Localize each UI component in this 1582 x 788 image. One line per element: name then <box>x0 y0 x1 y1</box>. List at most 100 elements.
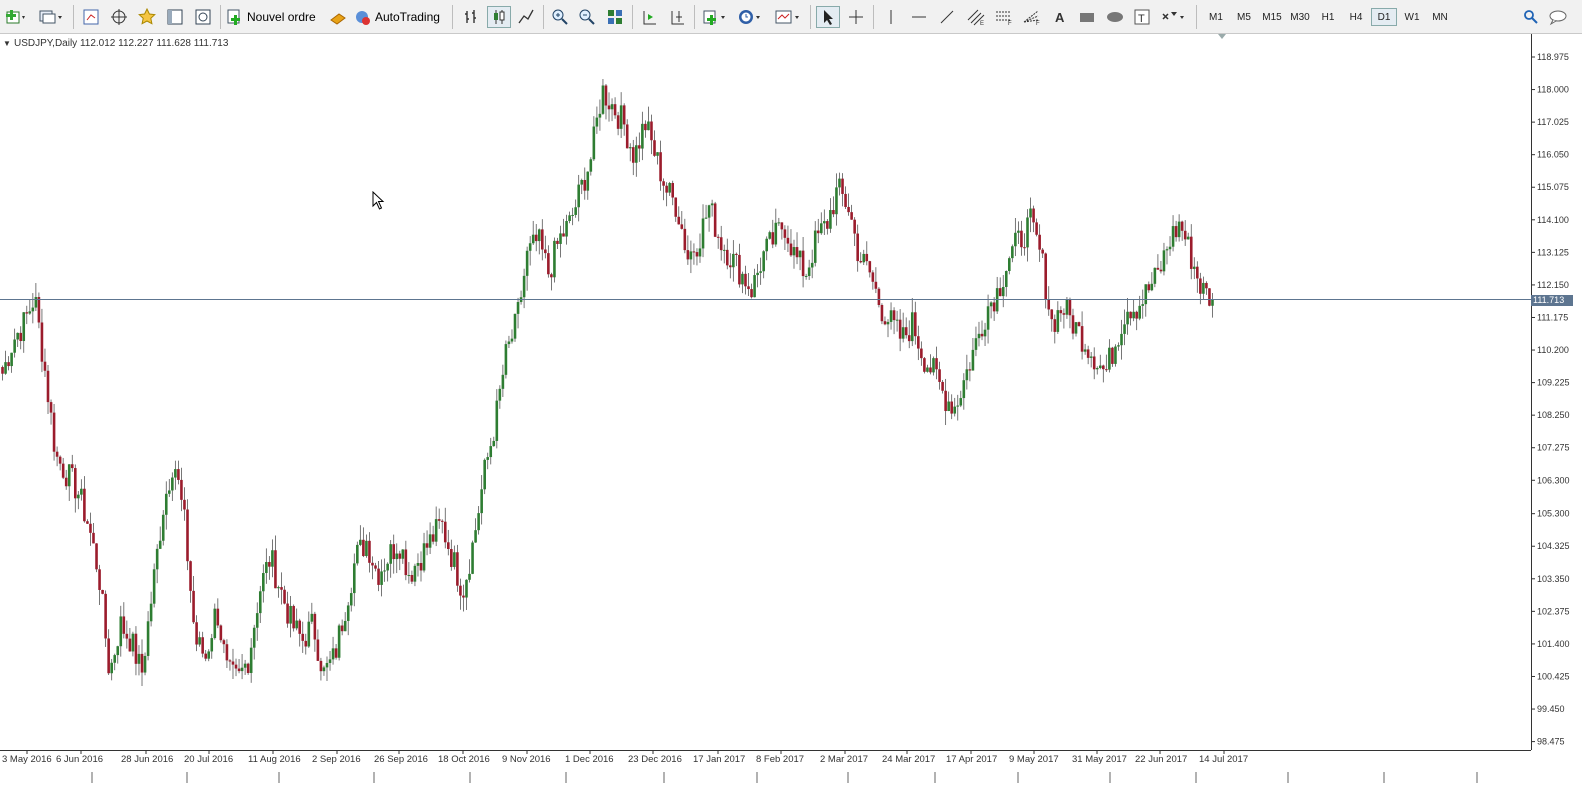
line-chart-icon[interactable] <box>515 6 537 28</box>
candle-bullish <box>1017 230 1020 233</box>
y-tick-label: 110.200 <box>1537 345 1569 355</box>
candle-bullish <box>262 573 265 592</box>
candle-bullish <box>137 653 141 664</box>
zoom-in-icon[interactable] <box>549 6 571 28</box>
timeframe-m30[interactable]: M30 <box>1287 8 1313 26</box>
candle-bearish <box>374 565 377 569</box>
candle-bullish <box>762 251 765 272</box>
candle-bearish <box>716 236 720 238</box>
candle-bullish <box>628 147 632 149</box>
candle-bullish <box>619 105 623 129</box>
trendline-icon[interactable] <box>936 6 958 28</box>
chart-shift-icon[interactable] <box>666 6 688 28</box>
svg-text:F: F <box>1008 21 1012 26</box>
candle-bearish <box>625 124 629 149</box>
candle-bearish <box>246 663 250 673</box>
candle-bullish <box>1114 346 1117 364</box>
candle-bullish <box>131 633 135 652</box>
candle-bullish <box>168 490 171 494</box>
rectangle-icon[interactable] <box>1076 6 1098 28</box>
new-chart-icon[interactable] <box>2 6 30 28</box>
candle-bullish <box>352 563 356 594</box>
x-tick-label: 1 Dec 2016 <box>565 754 614 765</box>
crosshair-icon[interactable] <box>845 6 867 28</box>
favorites-icon[interactable] <box>136 6 158 28</box>
candle-bearish <box>883 321 887 325</box>
navigator-icon[interactable] <box>108 6 130 28</box>
text-icon[interactable]: A <box>1049 6 1071 28</box>
x-tick-label: 20 Jul 2016 <box>184 754 233 765</box>
candle-bullish <box>489 446 493 458</box>
profiles-icon[interactable] <box>36 6 66 28</box>
experts-icon[interactable] <box>327 6 349 28</box>
candle-bearish <box>292 605 295 629</box>
candle-bullish <box>568 215 571 222</box>
indicators-icon[interactable] <box>700 6 730 28</box>
candlestick-icon[interactable] <box>487 6 511 28</box>
strategy-tester-icon[interactable] <box>192 6 214 28</box>
candle-bearish <box>650 121 653 141</box>
autotrading-button[interactable]: AutoTrading <box>353 6 445 28</box>
candle-bullish <box>1120 333 1123 346</box>
candle-bullish <box>349 593 353 606</box>
horizontal-line-icon[interactable] <box>908 6 930 28</box>
candle-bullish <box>31 307 35 312</box>
candle-bullish <box>553 240 556 278</box>
candle-bearish <box>180 479 183 500</box>
candle-bullish <box>598 113 602 118</box>
data-window-icon[interactable] <box>164 6 186 28</box>
equidistant-channel-icon[interactable]: E <box>964 6 988 28</box>
timeframe-m15[interactable]: M15 <box>1259 8 1285 26</box>
timeframe-h4[interactable]: H4 <box>1343 8 1369 26</box>
zoom-out-icon[interactable] <box>576 6 598 28</box>
cursor-icon[interactable] <box>816 6 840 28</box>
candle-bullish <box>577 184 580 208</box>
candle-bearish <box>304 640 308 647</box>
candle-bearish <box>686 250 690 260</box>
arrows-icon[interactable] <box>1158 6 1190 28</box>
candle-bullish <box>1192 266 1196 269</box>
candle-bearish <box>631 147 635 163</box>
new-order-icon <box>226 8 244 26</box>
timeframe-mn[interactable]: MN <box>1427 8 1453 26</box>
y-tick-label: 108.250 <box>1537 410 1570 420</box>
candle-bullish <box>16 332 19 340</box>
candle-bullish <box>498 388 502 401</box>
price-chart[interactable]: 118.975 118.000 117.025 116.050 115.075 114.1… <box>0 34 1582 783</box>
candle-bullish <box>416 563 420 566</box>
candle-bearish <box>541 229 544 250</box>
bar-chart-icon[interactable] <box>460 6 482 28</box>
autoscroll-icon[interactable] <box>638 6 660 28</box>
timeframe-m5[interactable]: M5 <box>1231 8 1257 26</box>
timeframe-m1[interactable]: M1 <box>1203 8 1229 26</box>
candle-bullish <box>249 647 253 673</box>
new-order-button[interactable]: Nouvel ordre <box>226 6 322 28</box>
periods-icon[interactable] <box>735 6 765 28</box>
candle-bullish <box>110 662 113 674</box>
candle-bearish <box>671 183 674 198</box>
collapse-indicator-icon[interactable]: ▼ <box>3 39 11 48</box>
chat-icon[interactable] <box>1546 6 1572 28</box>
market-watch-icon[interactable] <box>80 6 102 28</box>
timeframe-w1[interactable]: W1 <box>1399 8 1425 26</box>
fibonacci-fan-icon[interactable]: F <box>1020 6 1044 28</box>
candle-bearish <box>856 233 859 262</box>
search-icon[interactable] <box>1521 6 1541 28</box>
tile-windows-icon[interactable] <box>604 6 626 28</box>
y-tick-label: 102.375 <box>1537 606 1570 616</box>
timeframe-d1[interactable]: D1 <box>1371 8 1397 26</box>
candle-bullish <box>468 573 471 580</box>
candle-bullish <box>171 477 174 491</box>
candle-bullish <box>4 362 7 374</box>
vertical-line-icon[interactable] <box>880 6 902 28</box>
templates-icon[interactable] <box>772 6 804 28</box>
timeframe-h1[interactable]: H1 <box>1315 8 1341 26</box>
text-label-icon[interactable]: T <box>1131 6 1153 28</box>
candle-bearish <box>92 532 95 544</box>
candle-bullish <box>240 667 244 672</box>
ellipse-icon[interactable] <box>1103 6 1127 28</box>
candle-bullish <box>243 663 247 668</box>
candle-bullish <box>698 248 702 257</box>
candle-bearish <box>920 348 923 359</box>
fibonacci-retracement-icon[interactable]: F <box>992 6 1016 28</box>
